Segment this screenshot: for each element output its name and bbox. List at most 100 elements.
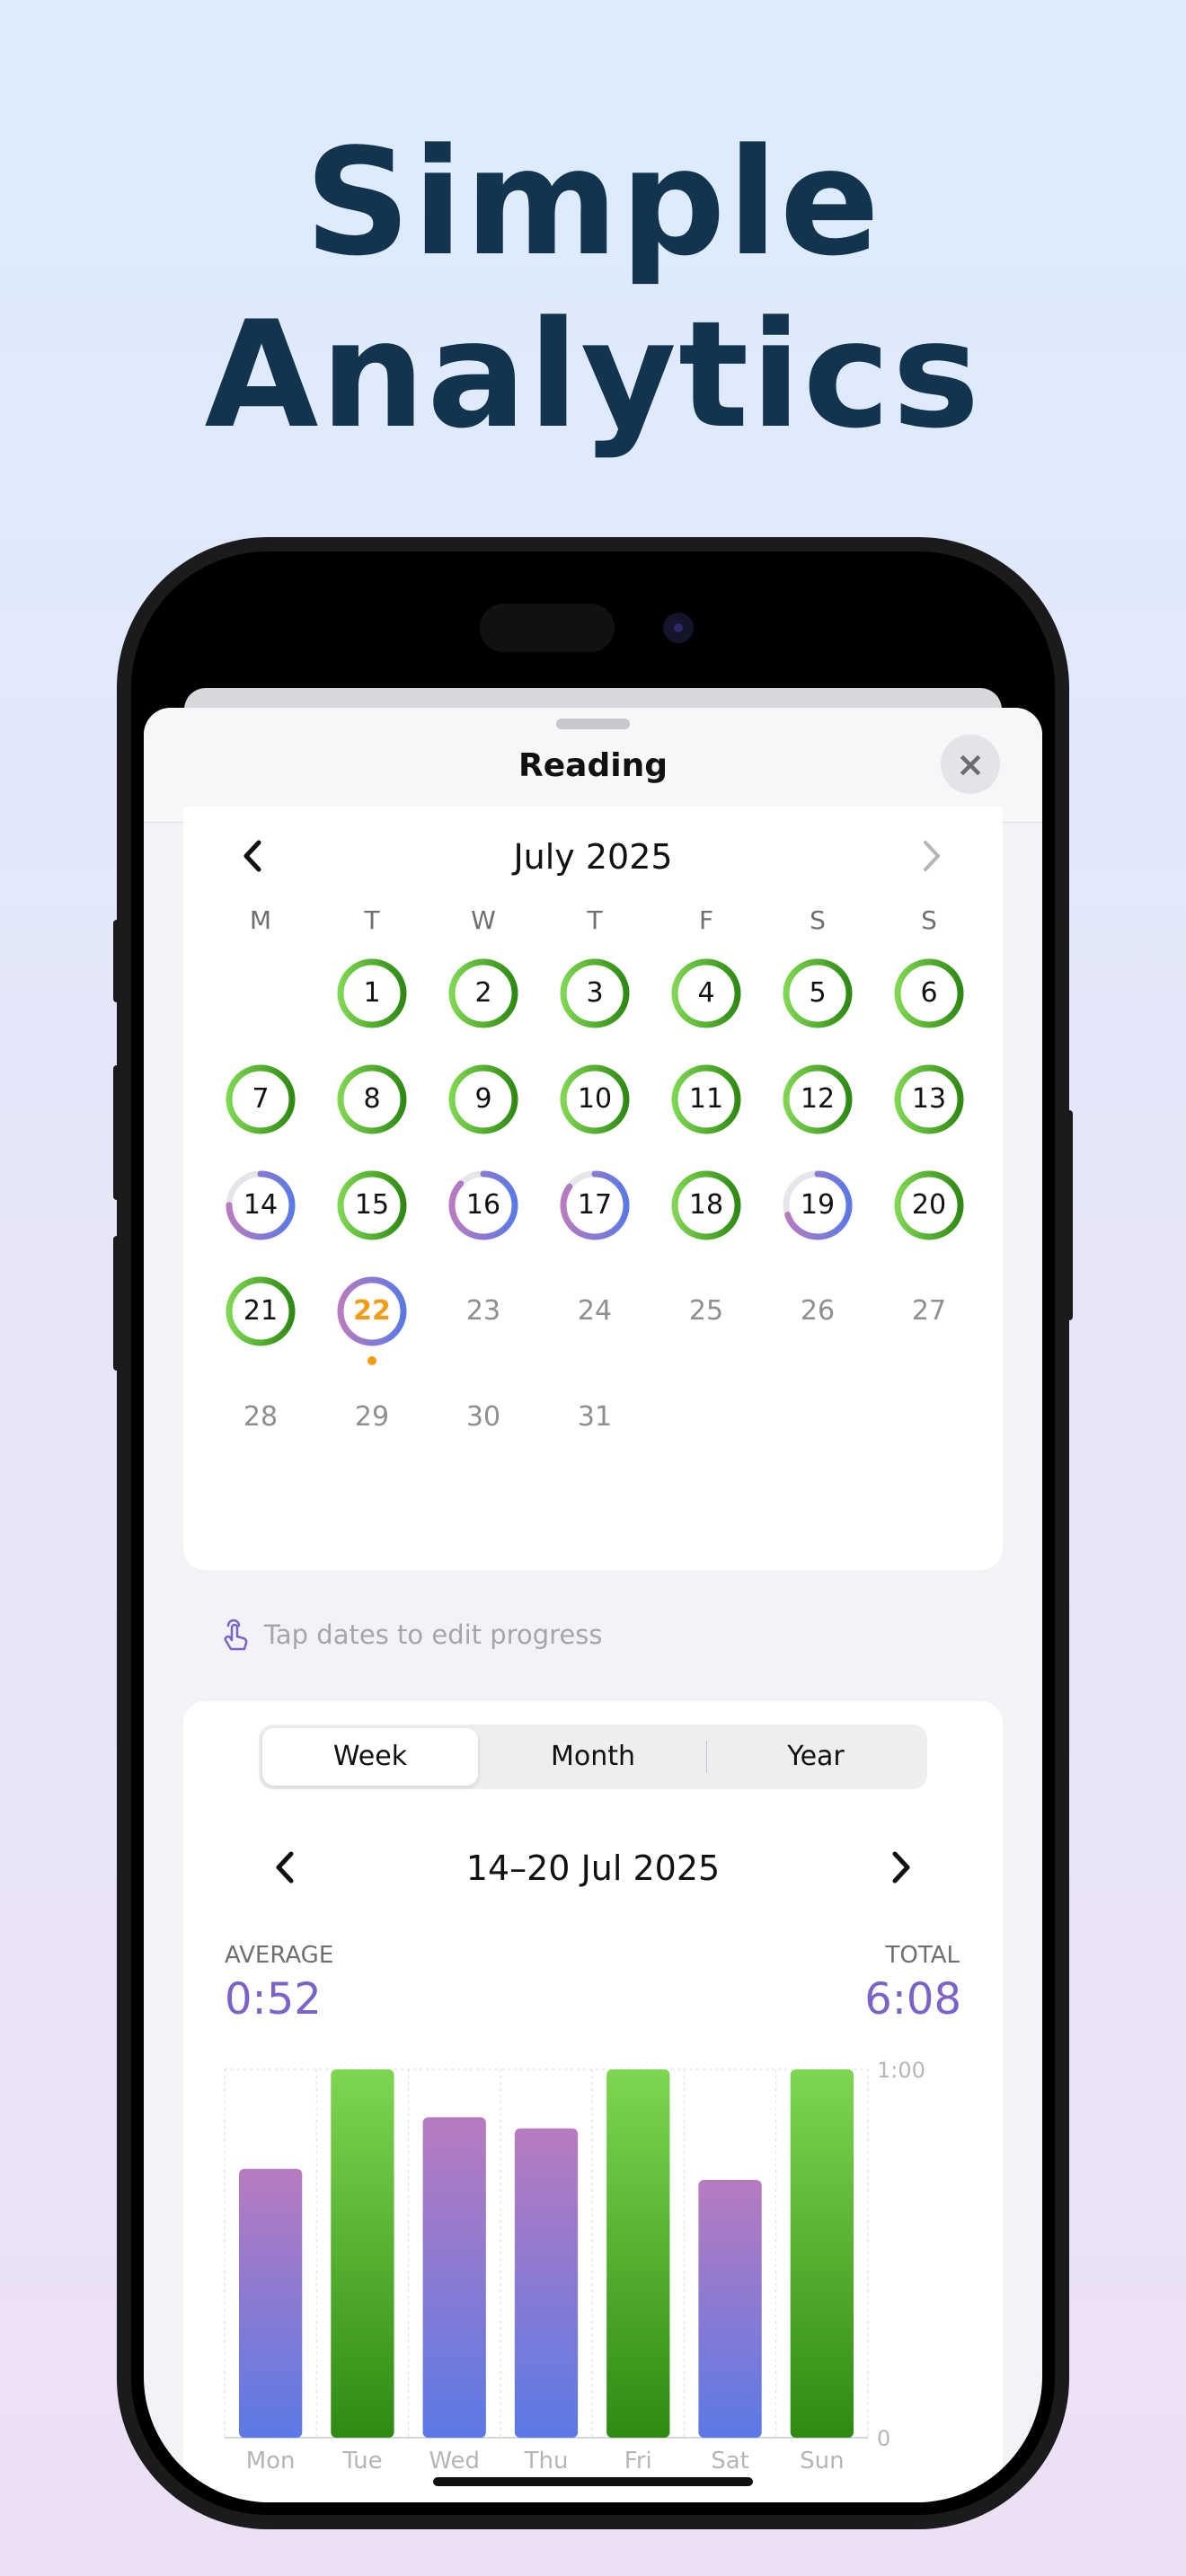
calendar-day[interactable]: 18	[670, 1169, 742, 1241]
calendar-day-number: 18	[688, 1189, 724, 1221]
calendar-day[interactable]: 4	[670, 957, 742, 1029]
calendar-day[interactable]: 29	[336, 1381, 408, 1453]
x-tick-label: Mon	[246, 2448, 296, 2475]
bar-sat	[698, 2180, 762, 2438]
calendar-day-number: 12	[800, 1083, 836, 1115]
chevron-right-icon	[924, 841, 940, 871]
calendar-day-number: 4	[697, 977, 715, 1009]
average-value: 0:52	[225, 1974, 322, 2025]
calendar-day[interactable]: 26	[782, 1275, 854, 1347]
calendar-day[interactable]: 9	[447, 1063, 519, 1135]
sheet-title: Reading	[518, 747, 668, 784]
reading-sheet: Reading × July 2025 MTWTFSS 1 2 3 4 5 6 7 8 9 10 1…	[144, 708, 1042, 2502]
calendar-day-number: 26	[800, 1295, 836, 1327]
next-month-button[interactable]	[907, 834, 952, 878]
calendar-day[interactable]: 11	[670, 1063, 742, 1135]
calendar-day-number: 25	[688, 1295, 724, 1327]
calendar-day[interactable]: 12	[782, 1063, 854, 1135]
calendar-day-number: 19	[800, 1189, 836, 1221]
calendar-day[interactable]: 23	[447, 1275, 519, 1347]
bar-sun	[790, 2069, 854, 2438]
sheet-header: Reading ×	[144, 708, 1042, 823]
phone-power-button	[1062, 1110, 1073, 1320]
calendar-day[interactable]: 10	[559, 1063, 631, 1135]
sheet-grabber[interactable]	[556, 719, 630, 729]
calendar-day[interactable]: 7	[225, 1063, 296, 1135]
calendar-day-number: 23	[465, 1295, 501, 1327]
close-button[interactable]: ×	[941, 735, 1000, 794]
calendar-day-number: 13	[911, 1083, 947, 1115]
close-icon: ×	[956, 745, 985, 784]
x-tick-label: Thu	[524, 2448, 569, 2475]
calendar-day-number: 3	[586, 977, 604, 1009]
calendar-day[interactable]: 16	[447, 1169, 519, 1241]
calendar-day[interactable]: 14	[225, 1169, 296, 1241]
calendar-day[interactable]: 13	[893, 1063, 965, 1135]
calendar-day[interactable]: 20	[893, 1169, 965, 1241]
calendar-day-number: 5	[809, 977, 827, 1009]
calendar-day-number: 20	[911, 1189, 947, 1221]
weekday-label: T	[364, 905, 380, 935]
calendar-day-number: 1	[363, 977, 381, 1009]
phone-volume-down	[113, 1236, 124, 1371]
weekday-label: W	[471, 905, 496, 935]
segment-year[interactable]: Year	[708, 1728, 924, 1786]
calendar-day[interactable]: 25	[670, 1275, 742, 1347]
x-tick-label: Fri	[624, 2448, 652, 2475]
bar-thu	[514, 2128, 579, 2438]
calendar-day[interactable]: 6	[893, 957, 965, 1029]
calendar-day-number: 28	[243, 1401, 279, 1433]
weekday-label: T	[587, 905, 603, 935]
calendar-day[interactable]: 30	[447, 1381, 519, 1453]
calendar-day[interactable]: 24	[559, 1275, 631, 1347]
calendar-day-number: 11	[688, 1083, 724, 1115]
segment-week[interactable]: Week	[262, 1728, 478, 1786]
phone-volume-up	[113, 1065, 124, 1200]
calendar-day-number: 2	[474, 977, 492, 1009]
calendar-day-number: 9	[474, 1083, 492, 1115]
calendar-day-number: 15	[354, 1189, 390, 1221]
calendar-day-number: 22	[353, 1295, 391, 1327]
edit-hint: Tap dates to edit progress	[219, 1619, 602, 1654]
x-tick-label: Wed	[429, 2448, 480, 2475]
calendar-day-number: 29	[354, 1401, 390, 1433]
segment-month[interactable]: Month	[485, 1728, 701, 1786]
y-tick-label-zero: 0	[877, 2426, 890, 2451]
calendar-day[interactable]: 1	[336, 957, 408, 1029]
average-label: AVERAGE	[225, 1942, 334, 1969]
bar-wed	[422, 2117, 486, 2438]
calendar-day[interactable]: 21	[225, 1275, 296, 1347]
chevron-right-icon	[892, 1851, 910, 1883]
calendar-day-number: 21	[243, 1295, 279, 1327]
headline-line-2: Analytics	[204, 289, 982, 461]
camera-icon	[663, 613, 694, 643]
period-segmented-control: Week Month Year	[259, 1725, 927, 1789]
y-tick-label-max: 1:00	[877, 2058, 925, 2083]
next-range-button[interactable]	[877, 1845, 922, 1900]
x-tick-label: Sat	[711, 2448, 749, 2475]
calendar-day[interactable]: 15	[336, 1169, 408, 1241]
calendar-day[interactable]: 17	[559, 1169, 631, 1241]
calendar-day-number: 24	[577, 1295, 613, 1327]
home-indicator[interactable]	[433, 2477, 753, 2486]
phone-side-button	[113, 920, 124, 1002]
calendar-day-number: 16	[465, 1189, 501, 1221]
weekly-bar-chart: Mon Tue Wed Thu Fri Sat Sun 1:00 0	[224, 2058, 925, 2475]
calendar-day[interactable]: 28	[225, 1381, 296, 1453]
edit-hint-text: Tap dates to edit progress	[264, 1619, 603, 1650]
calendar-day[interactable]: 3	[559, 957, 631, 1029]
calendar-day[interactable]: 5	[782, 957, 854, 1029]
segment-divider	[706, 1741, 707, 1773]
calendar-day[interactable]: 19	[782, 1169, 854, 1241]
calendar-day[interactable]: 27	[893, 1275, 965, 1347]
calendar-day-number: 6	[920, 977, 938, 1009]
calendar-day-number: 8	[363, 1083, 381, 1115]
calendar-day[interactable]: 22	[336, 1275, 408, 1365]
total-value: 6:08	[864, 1974, 961, 2025]
calendar-day[interactable]: 31	[559, 1381, 631, 1453]
calendar-day[interactable]: 8	[336, 1063, 408, 1135]
calendar-card: July 2025 MTWTFSS 1 2 3 4 5 6 7 8 9 10 11 12 13 14 15 1…	[183, 807, 1003, 1570]
calendar-day-number: 30	[465, 1401, 501, 1433]
calendar-day-number: 31	[577, 1401, 613, 1433]
calendar-day[interactable]: 2	[447, 957, 519, 1029]
